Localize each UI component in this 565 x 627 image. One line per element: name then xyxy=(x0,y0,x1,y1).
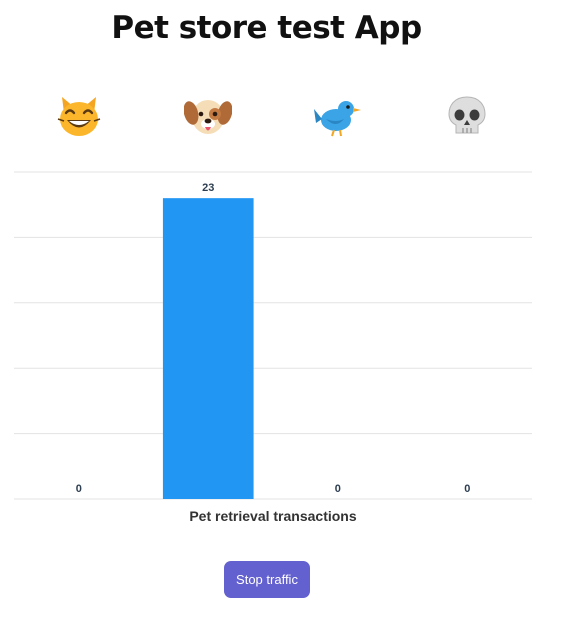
chart-data-label-dog: 23 xyxy=(202,182,214,194)
dog-face-icon xyxy=(178,88,238,144)
chart-bar-dog xyxy=(162,198,254,499)
pet-transactions-bar-chart: 0 23 0 0 xyxy=(14,171,532,500)
chart-data-label-skull: 0 xyxy=(464,483,470,495)
pet-icon-row xyxy=(14,88,532,144)
skull-icon xyxy=(437,88,497,144)
chart-x-axis-label: Pet retrieval transactions xyxy=(189,508,357,524)
page-title: Pet store test App xyxy=(111,10,422,46)
stop-traffic-button[interactable]: Stop traffic xyxy=(224,561,310,598)
cat-grinning-icon xyxy=(49,88,109,144)
chart-data-label-cat: 0 xyxy=(76,483,82,495)
bird-icon xyxy=(308,88,368,144)
chart-data-label-bird: 0 xyxy=(335,483,341,495)
